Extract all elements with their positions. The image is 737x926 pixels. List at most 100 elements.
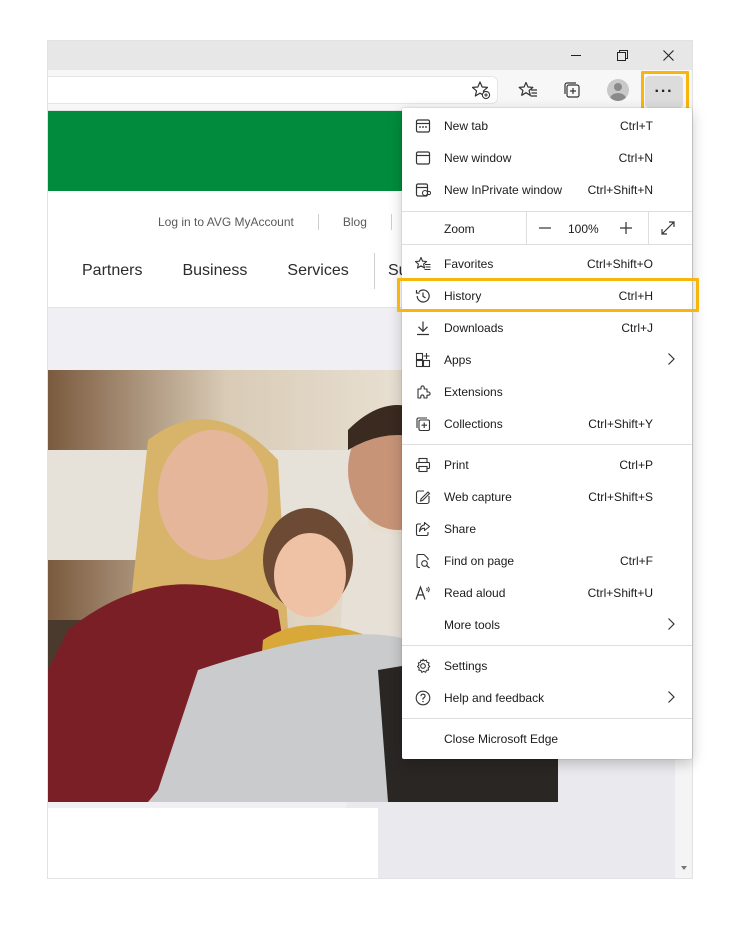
menu-item-new-tab[interactable]: New tab Ctrl+T [402,110,692,142]
menu-item-new-window[interactable]: New window Ctrl+N [402,142,692,174]
zoom-label: Zoom [444,222,475,236]
chevron-right-icon [666,352,676,369]
browser-toolbar [48,70,692,111]
menu-shortcut: Ctrl+P [619,458,653,472]
menu-item-more-tools[interactable]: More tools [402,609,692,641]
menu-shortcut: Ctrl+Shift+O [586,257,653,271]
scroll-down-arrow-icon[interactable] [681,866,687,870]
collections-button[interactable] [557,76,587,104]
nav-partners[interactable]: Partners [82,262,142,280]
fullscreen-button[interactable] [660,220,676,236]
zoom-in-button[interactable] [616,218,636,238]
divider [648,212,649,244]
menu-item-collections[interactable]: Collections Ctrl+Shift+Y [402,408,692,440]
minimize-icon [570,55,581,56]
menu-label: Find on page [444,554,515,568]
close-window-button[interactable] [645,41,691,70]
collections-icon [415,416,431,432]
menu-shortcut: Ctrl+T [620,119,653,133]
menu-label: Favorites [444,257,494,271]
menu-shortcut: Ctrl+Shift+U [587,586,653,600]
login-link[interactable]: Log in to AVG MyAccount [158,215,294,229]
blog-link[interactable]: Blog [343,215,367,229]
menu-item-new-inprivate-window[interactable]: New InPrivate window Ctrl+Shift+N [402,174,692,206]
menu-label: Apps [444,353,472,367]
settings-menu: New tab Ctrl+T New window Ctrl+N New InP… [402,108,692,759]
favorites-icon [518,81,537,97]
menu-item-extensions[interactable]: Extensions [402,376,692,408]
fullscreen-icon [661,221,675,235]
menu-shortcut: Ctrl+Shift+S [588,490,653,504]
menu-shortcut: Ctrl+J [621,321,653,335]
menu-item-share[interactable]: Share [402,513,692,545]
extensions-icon [415,384,431,400]
share-icon [415,521,431,537]
profile-button[interactable] [603,76,633,104]
menu-label: New InPrivate window [444,183,563,197]
menu-item-close-microsoft-edge[interactable]: Close Microsoft Edge [402,723,692,755]
nav-services[interactable]: Services [287,262,348,280]
menu-item-print[interactable]: Print Ctrl+P [402,449,692,481]
menu-divider [402,244,692,245]
menu-item-downloads[interactable]: Downloads Ctrl+J [402,312,692,344]
menu-divider [402,444,692,445]
web-capture-icon [415,489,431,505]
menu-divider [402,718,692,719]
menu-label: Collections [444,417,503,431]
menu-label: Downloads [444,321,504,335]
site-header-banner [48,111,448,191]
add-favorite-icon [471,81,491,100]
menu-item-apps[interactable]: Apps [402,344,692,376]
zoom-out-button[interactable] [535,218,555,238]
chevron-right-icon [666,617,676,634]
menu-label: New tab [444,119,489,133]
history-highlight [397,278,699,312]
restore-icon [616,50,628,61]
favorites-button[interactable] [513,76,543,104]
menu-item-settings[interactable]: Settings [402,650,692,682]
new-tab-icon [415,118,431,134]
divider [390,214,392,230]
apps-icon [415,352,431,368]
gear-icon [415,658,431,674]
favorites-icon [415,256,431,272]
close-icon [662,50,674,61]
download-icon [415,320,431,336]
menu-shortcut: Ctrl+N [618,151,653,165]
find-icon [415,553,431,569]
print-icon [415,457,431,473]
collections-icon [564,82,580,98]
menu-item-favorites[interactable]: Favorites Ctrl+Shift+O [402,248,692,280]
nav-business[interactable]: Business [182,262,247,280]
zoom-value: 100% [568,222,599,236]
menu-label: New window [444,151,512,165]
menu-label: Settings [444,659,488,673]
minimize-button[interactable] [553,41,599,70]
menu-label: Help and feedback [444,691,545,705]
divider [317,214,319,230]
restore-button[interactable] [599,41,645,70]
menu-shortcut: Ctrl+Shift+Y [588,417,653,431]
menu-label: Print [444,458,469,472]
menu-item-web-capture[interactable]: Web capture Ctrl+Shift+S [402,481,692,513]
site-nav: Partners Business Services [82,262,389,280]
add-favorite-button[interactable] [466,76,496,104]
menu-item-help-and-feedback[interactable]: Help and feedback [402,682,692,714]
zoom-row: Zoom 100% [402,212,692,244]
menu-label: Read aloud [444,586,506,600]
utility-links: Log in to AVG MyAccount Blog [158,214,416,230]
help-icon [415,690,431,706]
menu-shortcut: Ctrl+F [620,554,653,568]
divider [526,212,527,244]
menu-shortcut: Ctrl+Shift+N [587,183,653,197]
chevron-right-icon [666,690,676,707]
hero-white-block [48,808,378,878]
menu-label: Web capture [444,490,512,504]
address-bar[interactable] [48,76,498,104]
read-aloud-icon [415,585,431,601]
nav-divider [374,253,375,289]
menu-item-read-aloud[interactable]: Read aloud Ctrl+Shift+U [402,577,692,609]
more-button-highlight [641,71,689,113]
menu-item-find-on-page[interactable]: Find on page Ctrl+F [402,545,692,577]
menu-label: Close Microsoft Edge [444,732,559,746]
